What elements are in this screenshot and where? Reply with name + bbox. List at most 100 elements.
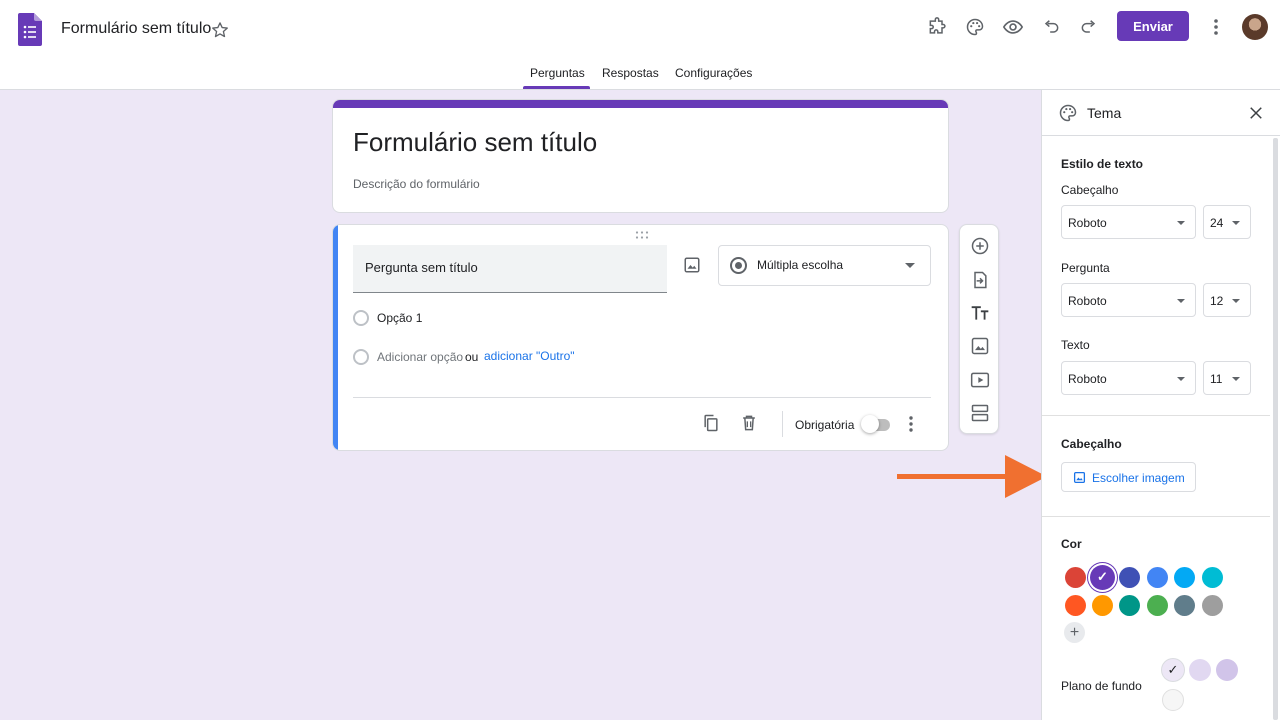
- more-options-icon[interactable]: [1206, 15, 1226, 39]
- document-title[interactable]: Formulário sem título: [61, 20, 211, 38]
- add-image-icon[interactable]: [683, 256, 701, 274]
- color-swatch[interactable]: [1146, 566, 1168, 588]
- chevron-down-icon: [1177, 299, 1185, 303]
- add-custom-color-button[interactable]: +: [1064, 622, 1085, 643]
- text-font-label: Texto: [1061, 338, 1090, 352]
- color-swatch[interactable]: ✓: [1089, 564, 1115, 590]
- text-font-select[interactable]: Roboto: [1061, 361, 1196, 395]
- color-swatch[interactable]: [1119, 594, 1141, 616]
- import-questions-icon[interactable]: [970, 270, 990, 290]
- color-heading: Cor: [1061, 537, 1082, 551]
- background-swatch[interactable]: [1216, 659, 1238, 681]
- duplicate-icon[interactable]: [701, 413, 721, 433]
- choose-image-button[interactable]: Escolher imagem: [1061, 462, 1196, 492]
- color-swatch[interactable]: [1119, 566, 1141, 588]
- add-image-icon[interactable]: [970, 336, 990, 356]
- close-icon[interactable]: [1247, 104, 1265, 122]
- undo-icon[interactable]: [1039, 15, 1063, 39]
- delete-icon[interactable]: [739, 413, 759, 433]
- color-swatch[interactable]: [1146, 594, 1168, 616]
- palette-icon[interactable]: [963, 15, 987, 39]
- question-size-value: 12: [1210, 294, 1224, 308]
- add-section-icon[interactable]: [970, 403, 990, 423]
- required-toggle-knob[interactable]: [861, 415, 879, 433]
- redo-icon[interactable]: [1077, 15, 1101, 39]
- chevron-down-icon: [905, 263, 915, 268]
- choose-image-label: Escolher imagem: [1092, 471, 1185, 485]
- header-size-value: 24: [1210, 216, 1224, 230]
- theme-panel-title: Tema: [1087, 105, 1122, 121]
- floating-toolbar: [959, 224, 999, 434]
- background-swatch[interactable]: [1189, 659, 1211, 681]
- theme-panel-scrollbar[interactable]: [1273, 138, 1278, 720]
- text-size-value: 11: [1210, 372, 1223, 386]
- tab-configuracoes[interactable]: Configurações: [675, 66, 752, 90]
- add-option-link[interactable]: Adicionar opção: [377, 350, 463, 364]
- forms-logo-icon[interactable]: [18, 13, 42, 46]
- drag-handle-icon[interactable]: [634, 230, 650, 240]
- question-type-label: Múltipla escolha: [757, 258, 844, 272]
- header-font-label: Cabeçalho: [1061, 183, 1119, 197]
- image-icon: [1073, 471, 1086, 484]
- divider: [1042, 516, 1270, 517]
- active-card-indicator: [333, 225, 338, 450]
- user-avatar[interactable]: [1242, 14, 1268, 40]
- theme-panel-header: Tema: [1042, 90, 1280, 136]
- divider: [353, 397, 931, 398]
- question-font-value: Roboto: [1068, 294, 1107, 308]
- background-label: Plano de fundo: [1061, 679, 1142, 693]
- header-font-value: Roboto: [1068, 216, 1107, 230]
- addons-puzzle-icon[interactable]: [925, 15, 949, 39]
- add-question-icon[interactable]: [970, 236, 990, 256]
- radio-button-icon: [730, 257, 747, 274]
- header-size-select[interactable]: 24: [1203, 205, 1251, 239]
- option-radio-icon: [353, 310, 369, 326]
- color-swatch[interactable]: [1201, 594, 1223, 616]
- option-1-input[interactable]: Opção 1: [377, 311, 422, 325]
- color-swatch[interactable]: [1201, 566, 1223, 588]
- active-tab-indicator: [523, 86, 590, 89]
- star-icon[interactable]: [210, 20, 230, 40]
- divider: [1042, 415, 1270, 416]
- checkmark-icon: ✓: [1096, 569, 1108, 584]
- required-label: Obrigatória: [795, 418, 855, 432]
- header-image-heading: Cabeçalho: [1061, 437, 1122, 451]
- add-title-icon[interactable]: [970, 303, 990, 323]
- send-button[interactable]: Enviar: [1117, 11, 1189, 41]
- color-swatch[interactable]: [1064, 594, 1086, 616]
- color-swatch[interactable]: [1064, 566, 1086, 588]
- chevron-down-icon: [1232, 221, 1240, 225]
- color-swatch[interactable]: [1174, 566, 1196, 588]
- question-font-label: Pergunta: [1061, 261, 1110, 275]
- question-font-select[interactable]: Roboto: [1061, 283, 1196, 317]
- chevron-down-icon: [1177, 377, 1185, 381]
- annotation-arrow-icon: [897, 455, 1047, 498]
- question-title-input[interactable]: Pergunta sem título: [353, 245, 667, 293]
- header-font-select[interactable]: Roboto: [1061, 205, 1196, 239]
- theme-panel: Tema Estilo de texto Cabeçalho Roboto 24…: [1041, 90, 1280, 720]
- preview-eye-icon[interactable]: [1001, 15, 1025, 39]
- palette-icon: [1059, 104, 1077, 122]
- add-video-icon[interactable]: [970, 370, 990, 390]
- background-swatch[interactable]: [1162, 689, 1184, 711]
- question-card[interactable]: Pergunta sem título Múltipla escolha Opç…: [332, 224, 949, 451]
- background-swatch[interactable]: ✓: [1162, 659, 1184, 681]
- top-bar: Formulário sem título Enviar Perguntas R…: [0, 0, 1280, 90]
- chevron-down-icon: [1232, 299, 1240, 303]
- form-title[interactable]: Formulário sem título: [353, 127, 597, 158]
- question-type-select[interactable]: Múltipla escolha: [718, 245, 931, 286]
- or-text: ou: [465, 350, 479, 364]
- color-swatch[interactable]: [1091, 594, 1113, 616]
- color-swatch[interactable]: [1174, 594, 1196, 616]
- add-option-radio-icon: [353, 349, 369, 365]
- chevron-down-icon: [1177, 221, 1185, 225]
- text-style-heading: Estilo de texto: [1061, 157, 1144, 171]
- theme-accent-bar: [333, 100, 948, 108]
- form-description-field[interactable]: Descrição do formulário: [353, 177, 480, 191]
- form-title-card[interactable]: Formulário sem título Descrição do formu…: [332, 99, 949, 213]
- text-size-select[interactable]: 11: [1203, 361, 1251, 395]
- add-other-link[interactable]: adicionar "Outro": [484, 349, 575, 363]
- question-size-select[interactable]: 12: [1203, 283, 1251, 317]
- question-more-icon[interactable]: [903, 414, 919, 434]
- tab-respostas[interactable]: Respostas: [602, 66, 659, 90]
